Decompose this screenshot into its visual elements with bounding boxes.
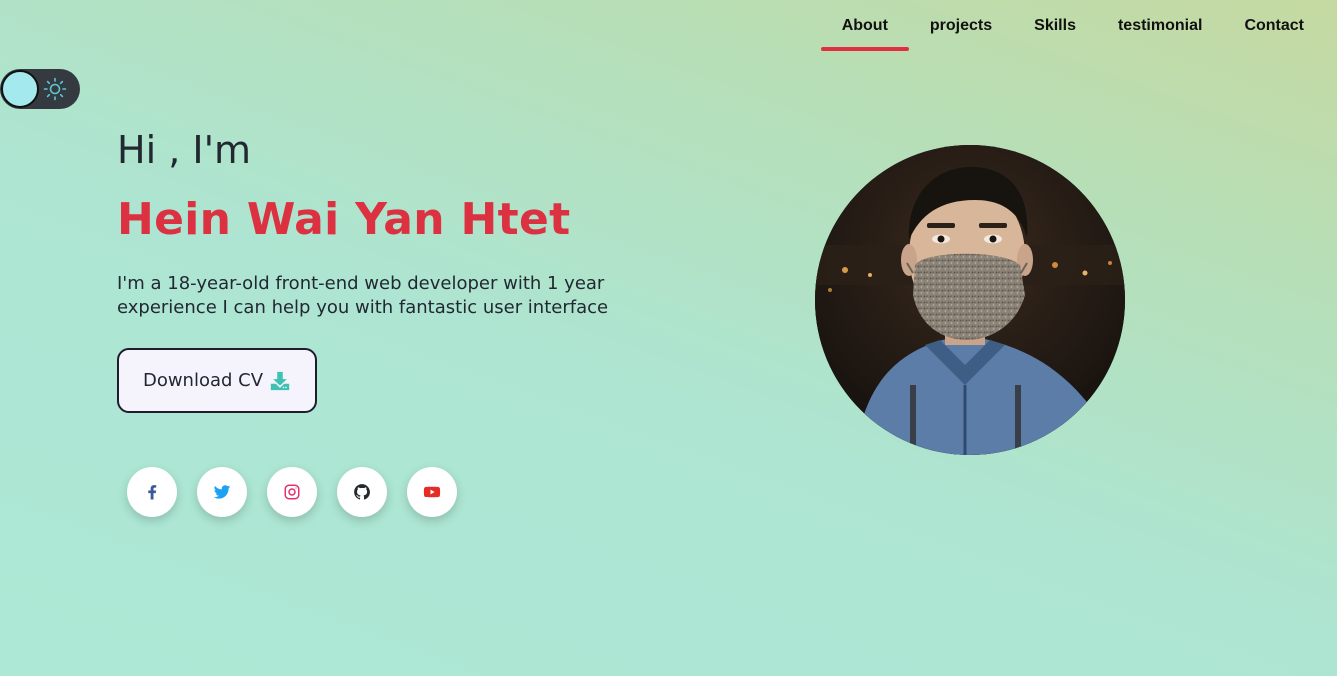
download-icon bbox=[270, 371, 290, 390]
hero-greeting: Hi , I'm bbox=[117, 128, 252, 172]
theme-toggle[interactable] bbox=[0, 69, 80, 109]
github-link[interactable] bbox=[337, 467, 387, 517]
twitter-icon bbox=[213, 485, 231, 499]
nav-item-contact[interactable]: Contact bbox=[1223, 0, 1337, 52]
profile-photo bbox=[815, 145, 1125, 455]
download-cv-button[interactable]: Download CV bbox=[117, 348, 317, 413]
facebook-icon bbox=[148, 485, 157, 500]
sun-icon bbox=[43, 77, 67, 101]
github-icon bbox=[354, 484, 370, 500]
nav-item-projects[interactable]: projects bbox=[909, 0, 1013, 52]
nav-item-testimonial[interactable]: testimonial bbox=[1097, 0, 1223, 52]
social-links bbox=[127, 467, 457, 517]
nav-item-skills[interactable]: Skills bbox=[1013, 0, 1097, 52]
facebook-link[interactable] bbox=[127, 467, 177, 517]
instagram-link[interactable] bbox=[267, 467, 317, 517]
download-cv-label: Download CV bbox=[142, 370, 264, 391]
main-nav: About projects Skills testimonial Contac… bbox=[820, 0, 1337, 52]
youtube-link[interactable] bbox=[407, 467, 457, 517]
twitter-link[interactable] bbox=[197, 467, 247, 517]
instagram-icon bbox=[284, 484, 300, 500]
toggle-knob bbox=[1, 70, 39, 108]
hero-name: Hein Wai Yan Htet bbox=[117, 194, 571, 245]
youtube-icon bbox=[423, 486, 441, 498]
hero-bio: I'm a 18-year-old front-end web develope… bbox=[117, 273, 609, 318]
nav-item-about[interactable]: About bbox=[820, 0, 910, 52]
profile-photo-illustration bbox=[815, 145, 1125, 455]
